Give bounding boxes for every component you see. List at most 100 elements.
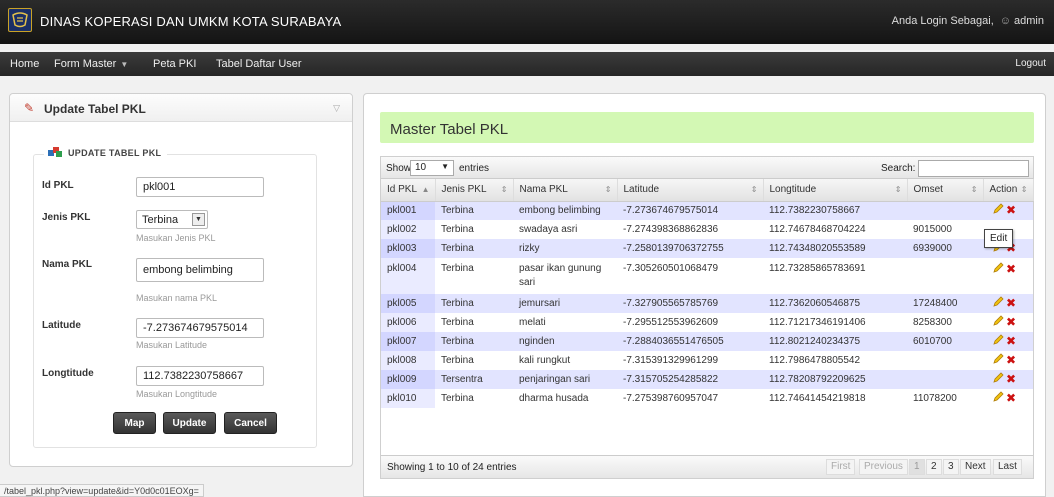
cell-longtitude: 112.73285865783691 (763, 258, 907, 294)
cell-omset: 17248400 (907, 294, 983, 313)
cell-omset: 9015000 (907, 220, 983, 239)
cell-nama: nginden (513, 332, 617, 351)
sort-asc-icon: ▲ (421, 185, 430, 194)
delete-x-icon[interactable]: ✖ (1006, 334, 1016, 348)
longtitude-label: Longtitude (42, 368, 94, 379)
pencil-icon[interactable] (993, 334, 1004, 345)
table-row: pkl007 Terbina nginden -7.28840365514765… (381, 332, 1033, 351)
pager-last[interactable]: Last (993, 459, 1022, 475)
pencil-icon[interactable] (993, 353, 1004, 364)
cell-longtitude: 112.74348020553589 (763, 239, 907, 258)
entries-select-value: 10 (415, 162, 427, 173)
col-header-id[interactable]: Id PKL ▲ (381, 179, 436, 202)
login-user[interactable]: admin (1014, 15, 1044, 27)
nama-pkl-help: Masukan nama PKL (136, 293, 218, 303)
cell-id: pkl010 (381, 389, 435, 408)
top-bar: DINAS KOPERASI DAN UMKM KOTA SURABAYA An… (0, 0, 1054, 44)
search-input[interactable] (918, 160, 1029, 177)
col-header-omset[interactable]: Omset ⇕ (907, 179, 984, 202)
cell-id: pkl008 (381, 351, 435, 370)
cell-longtitude: 112.8021240234375 (763, 332, 907, 351)
chevron-down-icon: ▼ (120, 60, 129, 69)
pager-page-3[interactable]: 3 (943, 459, 959, 475)
cell-nama: embong belimbing (513, 201, 617, 220)
cell-omset: 6010700 (907, 332, 983, 351)
cell-action: ✖ (983, 332, 1033, 351)
pencil-icon[interactable] (993, 262, 1004, 273)
pencil-icon[interactable] (993, 372, 1004, 383)
cell-nama: rizky (513, 239, 617, 258)
delete-x-icon[interactable]: ✖ (1006, 353, 1016, 367)
pager-page-2[interactable]: 2 (926, 459, 942, 475)
cell-nama: penjaringan sari (513, 370, 617, 389)
pencil-icon[interactable] (993, 315, 1004, 326)
cell-longtitude: 112.7986478805542 (763, 351, 907, 370)
cell-jenis: Terbina (435, 258, 513, 294)
pencil-icon[interactable] (993, 203, 1004, 214)
pager-previous[interactable]: Previous (859, 459, 908, 475)
sort-icon: ⇕ (970, 185, 978, 194)
update-button[interactable]: Update (163, 412, 216, 434)
cell-latitude: -7.295512553962609 (617, 313, 763, 332)
col-header-latitude-label: Latitude (623, 184, 660, 196)
longtitude-help: Masukan Longtitude (136, 389, 218, 399)
pencil-icon[interactable] (993, 391, 1004, 402)
cell-omset (907, 370, 983, 389)
logout-link[interactable]: Logout (1015, 58, 1046, 69)
nama-pkl-input[interactable]: embong belimbing (136, 258, 264, 282)
pencil-icon: ✎ (24, 101, 35, 115)
table-row: pkl006 Terbina melati -7.295512553962609… (381, 313, 1033, 332)
table-header-row: Id PKL ▲ Jenis PKL ⇕ Nama PKL ⇕ Latitude ⇕ L… (381, 179, 1034, 202)
cell-id: pkl002 (381, 220, 435, 239)
col-header-jenis[interactable]: Jenis PKL ⇕ (435, 179, 514, 202)
col-header-longtitude[interactable]: Longtitude ⇕ (763, 179, 908, 202)
col-header-nama-label: Nama PKL (519, 184, 568, 196)
pager-page-1[interactable]: 1 (909, 459, 925, 475)
delete-x-icon[interactable]: ✖ (1006, 296, 1016, 310)
edit-tooltip: Edit (984, 229, 1014, 248)
login-label: Anda Login Sebagai, (891, 15, 994, 27)
delete-x-icon[interactable]: ✖ (1006, 315, 1016, 329)
jenis-pkl-select[interactable]: Terbina ▼ (136, 210, 208, 229)
latitude-input[interactable]: -7.273674679575014 (136, 318, 264, 338)
delete-x-icon[interactable]: ✖ (1006, 391, 1016, 405)
col-header-nama[interactable]: Nama PKL ⇕ (513, 179, 618, 202)
cell-action: ✖ (983, 389, 1033, 408)
longtitude-input[interactable]: 112.7382230758667 (136, 366, 264, 386)
menu-home[interactable]: Home (10, 58, 39, 70)
menu-tabel-user[interactable]: Tabel Daftar User (216, 58, 302, 70)
col-header-latitude[interactable]: Latitude ⇕ (617, 179, 764, 202)
delete-x-icon[interactable]: ✖ (1006, 372, 1016, 386)
status-bar-url: /tabel_pkl.php?view=update&id=Y0d0c01EOX… (0, 484, 204, 497)
sort-icon: ⇕ (894, 185, 902, 194)
delete-x-icon[interactable]: ✖ (1006, 262, 1016, 276)
cell-action: ✖ (983, 258, 1033, 294)
menu-peta[interactable]: Peta PKI (153, 58, 196, 70)
cell-longtitude: 112.74678468704224 (763, 220, 907, 239)
entries-select[interactable]: 10 ▼ (410, 160, 454, 176)
cell-omset: 8258300 (907, 313, 983, 332)
col-header-omset-label: Omset (913, 184, 943, 196)
cell-jenis: Terbina (435, 294, 513, 313)
cell-action: ✖ (983, 313, 1033, 332)
cell-longtitude: 112.74641454219818 (763, 389, 907, 408)
sort-icon: ⇕ (604, 185, 612, 194)
cell-nama: jemursari (513, 294, 617, 313)
id-pkl-input[interactable]: pkl001 (136, 177, 264, 197)
cancel-button[interactable]: Cancel (224, 412, 277, 434)
cell-action: ✖ (983, 351, 1033, 370)
col-header-longtitude-label: Longtitude (769, 184, 817, 196)
pencil-icon[interactable] (993, 296, 1004, 307)
map-button[interactable]: Map (113, 412, 156, 434)
delete-x-icon[interactable]: ✖ (1006, 203, 1016, 217)
cell-latitude: -7.315391329961299 (617, 351, 763, 370)
collapse-icon[interactable]: ▽ (333, 103, 340, 114)
pager-next[interactable]: Next (960, 459, 991, 475)
cell-jenis: Tersentra (435, 370, 513, 389)
cell-omset (907, 258, 983, 294)
col-header-id-label: Id PKL (387, 184, 418, 196)
pager-first[interactable]: First (826, 459, 856, 475)
col-header-action[interactable]: Action ⇕ (983, 179, 1034, 202)
update-panel-header: ✎ Update Tabel PKL ▽ (10, 94, 352, 122)
menu-form-master[interactable]: Form Master ▼ (54, 58, 128, 70)
